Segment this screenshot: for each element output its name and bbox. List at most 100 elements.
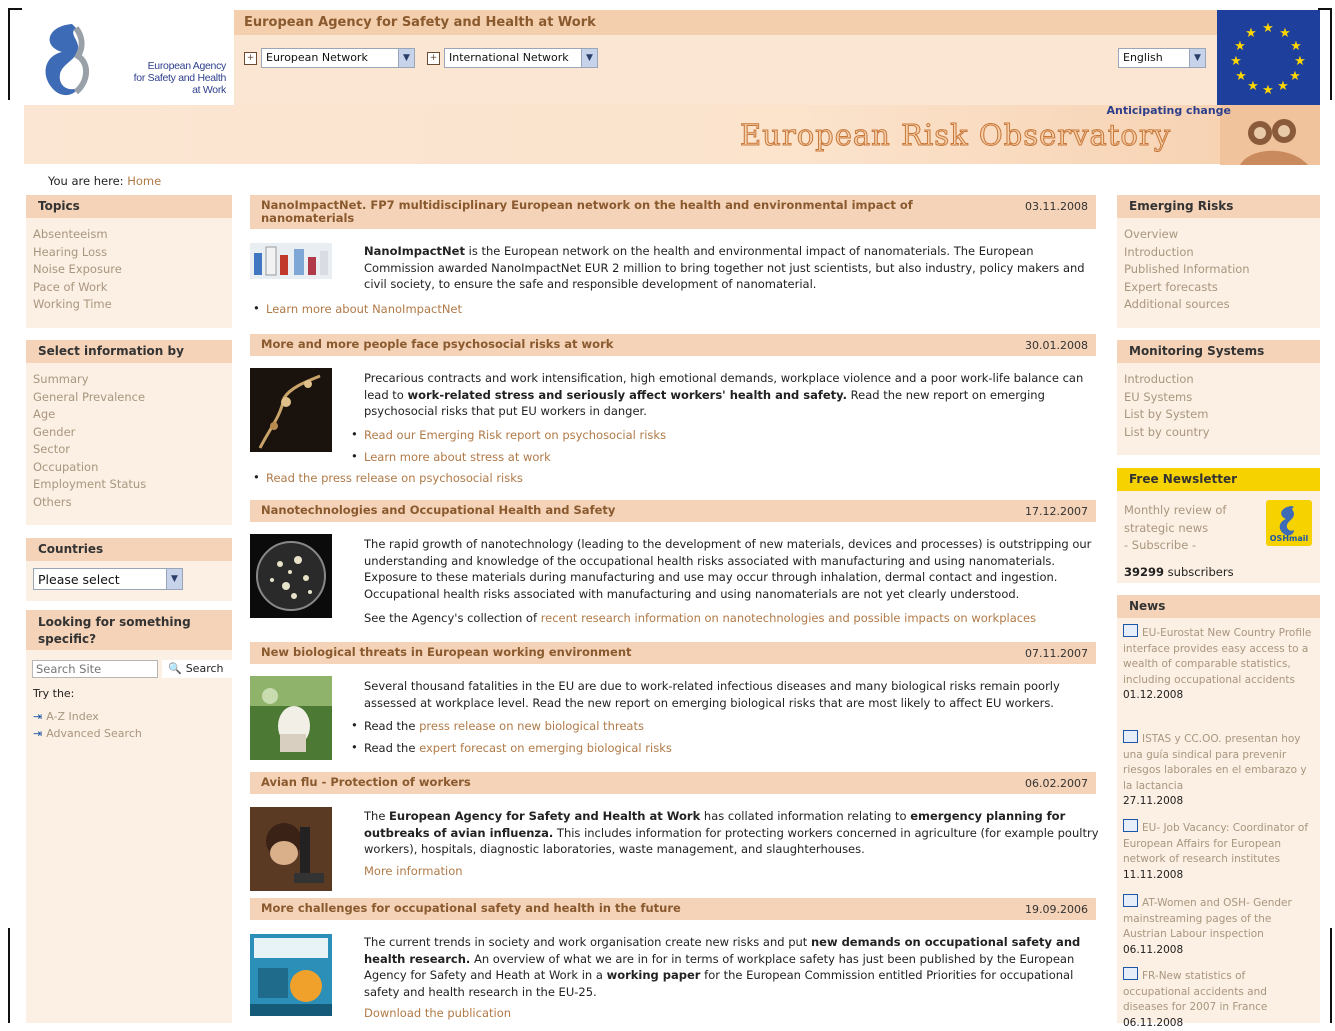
stress-at-work-link[interactable]: Learn more about stress at work (364, 450, 551, 464)
article-header: NanoImpactNet. FP7 multidisciplinary Eur… (250, 195, 1096, 229)
select-summary[interactable]: Summary (33, 372, 89, 386)
news-icon (1123, 624, 1138, 637)
logo-figure-icon (32, 16, 102, 101)
select-sector[interactable]: Sector (33, 442, 70, 456)
expand-icon[interactable]: + (244, 52, 257, 65)
arrow-box-icon: ⇥ (33, 727, 42, 740)
monitoring-heading: Monitoring Systems (1117, 340, 1320, 363)
breadcrumb: You are here: Home (48, 174, 161, 188)
article-title[interactable]: More challenges for occupational safety … (261, 902, 961, 915)
chevron-down-icon[interactable]: ▼ (1189, 49, 1205, 67)
newsletter-heading: Free Newsletter (1117, 468, 1320, 491)
article-see-text: See the Agency's collection of recent re… (364, 610, 1100, 627)
monitoring-list-by-system-link[interactable]: List by System (1124, 407, 1208, 421)
article-header: Nanotechnologies and Occupational Health… (250, 500, 1096, 522)
az-index-link[interactable]: ⇥A-Z Index (33, 710, 99, 723)
news-item[interactable]: ISTAS y CC.OO. presentan hoy una guía si… (1123, 730, 1315, 810)
monitoring-introduction-link[interactable]: Introduction (1124, 372, 1194, 386)
svg-text:★: ★ (1262, 83, 1274, 98)
news-item[interactable]: EU- Job Vacancy: Coordinator of European… (1123, 819, 1315, 883)
news-item[interactable]: FR-New statistics of occupational accide… (1123, 967, 1315, 1031)
article-text: Several thousand fatalities in the EU ar… (364, 678, 1100, 711)
article-date: 17.12.2007 (1025, 505, 1088, 518)
agency-bar: European Agency for Safety and Health at… (234, 10, 1217, 35)
emerging-risk-report-link[interactable]: Read our Emerging Risk report on psychos… (364, 428, 666, 442)
svg-text:★: ★ (1277, 79, 1289, 94)
emerging-sources-link[interactable]: Additional sources (1124, 297, 1230, 311)
chevron-down-icon[interactable]: ▼ (166, 569, 182, 589)
agency-logo[interactable]: European Agency for Safety and Health at… (24, 10, 234, 105)
svg-text:★: ★ (1290, 39, 1302, 54)
psychosocial-press-release-link[interactable]: Read the press release on psychosocial r… (266, 471, 523, 485)
article-header: Avian flu - Protection of workers 06.02.… (250, 772, 1096, 794)
list-item: Read our Emerging Risk report on psychos… (364, 428, 666, 442)
chevron-down-icon[interactable]: ▼ (398, 49, 414, 67)
article-title[interactable]: More and more people face psychosocial r… (261, 338, 961, 351)
list-item: Learn more about stress at work (364, 450, 551, 464)
bio-forecast-link[interactable]: expert forecast on emerging biological r… (419, 741, 672, 755)
select-age[interactable]: Age (33, 407, 55, 421)
bio-threats-press-link[interactable]: press release on new biological threats (419, 719, 644, 733)
article-text: NanoImpactNet is the European network on… (364, 243, 1100, 293)
topic-hearing-loss[interactable]: Hearing Loss (33, 245, 107, 259)
article-lead: NanoImpactNet (364, 244, 465, 258)
select-gender[interactable]: Gender (33, 425, 75, 439)
topic-pace-of-work[interactable]: Pace of Work (33, 280, 107, 294)
emerging-forecasts-link[interactable]: Expert forecasts (1124, 280, 1218, 294)
article-text: The current trends in society and work o… (364, 934, 1100, 1000)
arrow-box-icon: ⇥ (33, 710, 42, 723)
topic-noise-exposure[interactable]: Noise Exposure (33, 262, 122, 276)
advanced-search-link[interactable]: ⇥Advanced Search (33, 727, 142, 740)
binoculars-image (1220, 105, 1320, 165)
topic-absenteeism[interactable]: Absenteeism (33, 227, 108, 241)
avian-more-info-link[interactable]: More information (364, 864, 463, 878)
article-title[interactable]: NanoImpactNet. FP7 multidisciplinary Eur… (261, 199, 961, 225)
breadcrumb-home-link[interactable]: Home (127, 174, 161, 188)
international-network-select[interactable]: International Network▼ (444, 48, 598, 68)
search-input[interactable] (32, 660, 158, 678)
european-network-select[interactable]: European Network ▼ (261, 48, 415, 68)
news-item[interactable]: EU-Eurostat New Country Profile interfac… (1123, 624, 1315, 704)
svg-text:★: ★ (1279, 26, 1291, 41)
list-item: Read the press release on new biological… (364, 719, 644, 733)
monitoring-list-by-country-link[interactable]: List by country (1124, 425, 1210, 439)
countries-select-value: Please select (38, 572, 120, 587)
european-network-value: European Network (266, 51, 368, 64)
select-occupation[interactable]: Occupation (33, 460, 98, 474)
emerging-overview-link[interactable]: Overview (1124, 227, 1178, 241)
article-text: The rapid growth of nanotechnology (lead… (364, 536, 1100, 602)
learn-nanoimpactnet-link[interactable]: Learn more about NanoImpactNet (266, 302, 462, 316)
language-select[interactable]: English▼ (1118, 48, 1206, 68)
article-header: New biological threats in European worki… (250, 642, 1096, 664)
select-general-prevalence[interactable]: General Prevalence (33, 390, 145, 404)
article-title[interactable]: Avian flu - Protection of workers (261, 776, 961, 789)
search-button-label: Search (186, 662, 224, 675)
topic-working-time[interactable]: Working Time (33, 297, 112, 311)
svg-text:★: ★ (1234, 39, 1246, 54)
emerging-published-link[interactable]: Published Information (1124, 262, 1250, 276)
download-publication-link[interactable]: Download the publication (364, 1006, 511, 1020)
select-others[interactable]: Others (33, 495, 72, 509)
nanotech-research-link[interactable]: recent research information on nanotechn… (541, 611, 1036, 625)
search-heading: Looking for something specific? (26, 610, 232, 650)
monitoring-eu-systems-link[interactable]: EU Systems (1124, 390, 1192, 404)
emerging-introduction-link[interactable]: Introduction (1124, 245, 1194, 259)
search-icon: 🔍 (168, 662, 182, 675)
news-date: 11.11.2008 (1123, 868, 1315, 884)
chevron-down-icon[interactable]: ▼ (581, 49, 597, 67)
site-title: European Risk Observatory (740, 118, 1171, 152)
subscriber-count: 39299 subscribers (1124, 565, 1234, 579)
select-employment-status[interactable]: Employment Status (33, 477, 146, 491)
article-title[interactable]: Nanotechnologies and Occupational Health… (261, 504, 961, 517)
search-button[interactable]: 🔍 Search (162, 660, 234, 678)
expand-icon[interactable]: + (427, 52, 440, 65)
svg-text:★: ★ (1230, 54, 1242, 69)
search-box (26, 650, 232, 1023)
oshmail-badge[interactable]: OSHmail (1266, 500, 1312, 546)
article-title[interactable]: New biological threats in European worki… (261, 646, 961, 659)
countries-select[interactable]: Please select ▼ (33, 568, 183, 590)
news-item[interactable]: AT-Women and OSH- Gender mainstreaming p… (1123, 894, 1315, 958)
newsletter-subscribe-link[interactable]: Monthly review ofstrategic news- Subscri… (1124, 502, 1226, 555)
article-header: More and more people face psychosocial r… (250, 334, 1096, 356)
article-date: 30.01.2008 (1025, 339, 1088, 352)
